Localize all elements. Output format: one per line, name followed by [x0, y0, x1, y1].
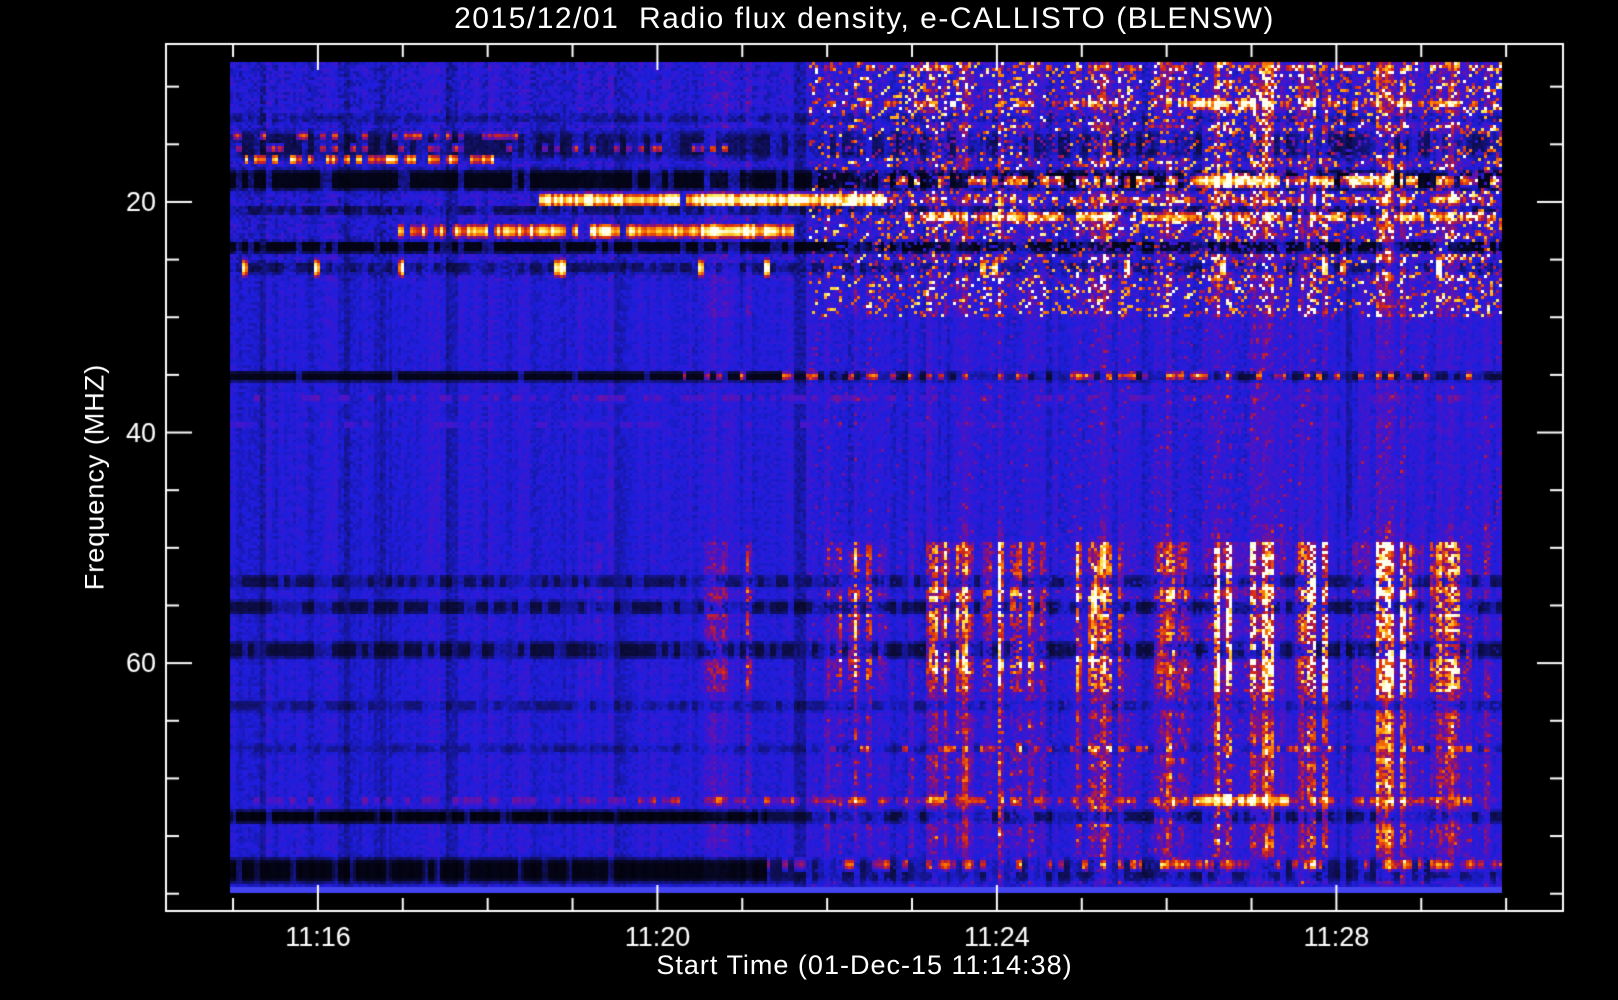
x-axis-label: Start Time (01-Dec-15 11:14:38) [656, 950, 1073, 980]
page-title: 2015/12/01 Radio flux density, e-CALLIST… [454, 2, 1275, 35]
spectrogram-page: 2015/12/01 Radio flux density, e-CALLIST… [0, 0, 1618, 1000]
spectrogram-canvas [0, 0, 1618, 1000]
y-axis-label: Frequency (MHZ) [79, 363, 110, 591]
